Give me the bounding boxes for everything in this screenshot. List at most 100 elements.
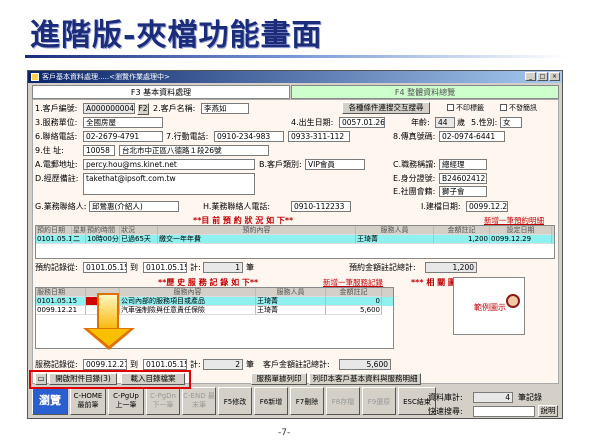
- contact-field[interactable]: 邱鶯惠(介紹人): [89, 201, 179, 212]
- add-button[interactable]: F6新增: [254, 387, 288, 415]
- page-number: -7-: [278, 428, 291, 438]
- quick-search-label: 快速搜尋:: [428, 407, 463, 416]
- close-button[interactable]: ×: [549, 72, 560, 81]
- records-count-field: 4: [473, 392, 513, 403]
- history-from-field[interactable]: 0099.12.21: [83, 359, 127, 370]
- age-label: 年齡:: [411, 118, 430, 127]
- gender-select[interactable]: 女: [500, 117, 522, 128]
- pointer-arrow-stem: [97, 293, 119, 331]
- window-title: 客戶基本資料處理.....<瀏覽作業處理中>: [42, 73, 170, 81]
- note-field[interactable]: takethat@ipsoft.com.tw: [83, 173, 255, 195]
- booking-count-field: 1: [203, 262, 243, 273]
- build-date-label: I.建檔日期:: [421, 202, 461, 211]
- history-count-field: 2: [203, 359, 243, 370]
- cell: 汽車強制險與任意責任保險: [120, 306, 256, 315]
- window-titlebar: 客戶基本資料處理.....<瀏覽作業處理中> _ □ ×: [28, 71, 562, 83]
- build-date-field[interactable]: 0099.12.21: [466, 201, 508, 212]
- browse-button[interactable]: 瀏覽: [32, 387, 68, 415]
- booking-col-staff: 服務人員: [356, 226, 434, 235]
- address-field[interactable]: 台北市中正區八德路１段26號: [119, 145, 269, 156]
- cust-no-label: 1.客戶編號:: [35, 104, 78, 113]
- gender-label: 5.性別:: [471, 118, 498, 127]
- table-row[interactable]: 0101.05.15 公司內部的服務項目或產品 王琦菁 0: [36, 297, 393, 306]
- history-total-label: 計:: [190, 360, 201, 369]
- unit-field[interactable]: 全國房屋: [83, 117, 163, 128]
- phone-label: 6.聯絡電話:: [35, 132, 78, 141]
- app-icon: [31, 73, 39, 81]
- save-button[interactable]: F8存檔: [326, 387, 360, 415]
- booking-from-field[interactable]: 0101.05.15: [83, 262, 127, 273]
- maximize-button[interactable]: □: [537, 72, 548, 81]
- minimize-button[interactable]: _: [525, 72, 536, 81]
- email-field[interactable]: percy.hou@ms.kinet.net: [83, 159, 255, 170]
- mobile-field[interactable]: 0910-234-983: [214, 131, 284, 142]
- restore-button[interactable]: F9還原: [362, 387, 396, 415]
- cell: 0101.05.15: [36, 297, 86, 306]
- edit-button[interactable]: F5修改: [218, 387, 252, 415]
- cell: 王琦菁: [356, 235, 434, 244]
- delete-button[interactable]: F7刪除: [290, 387, 324, 415]
- booking-total-label: 計:: [190, 263, 201, 272]
- birth-field[interactable]: 0057.01.26: [339, 117, 385, 128]
- mobile2-field[interactable]: 0933-311-112: [288, 131, 350, 142]
- table-row[interactable]: 0101.05.15 二 10時00分 已過65天 繳交一年年費 王琦菁 1,2…: [36, 235, 554, 244]
- cell: 二: [72, 235, 86, 244]
- history-to-label: 到: [130, 360, 138, 369]
- cust-name-label: 2.客戶名稱:: [153, 104, 196, 113]
- f2-button[interactable]: F2: [137, 103, 149, 115]
- history-count-unit: 筆: [246, 360, 254, 369]
- cell: 王琦菁: [256, 306, 326, 315]
- address-label: 9.住 址:: [35, 146, 64, 155]
- group-label: E.社團會籍:: [393, 187, 436, 196]
- next-record-button[interactable]: C-PgDn 下一筆: [146, 387, 180, 415]
- job-title-label: C.職務稱謂:: [393, 160, 436, 169]
- history-from-label: 服務記錄從:: [35, 360, 78, 369]
- mobile-label: 7.行動電話:: [166, 132, 209, 141]
- cell: 0099.12.21: [36, 306, 86, 315]
- zip-field[interactable]: 10058: [83, 145, 115, 156]
- title-underline: [25, 55, 568, 58]
- contact-label: G.業務聯絡人:: [35, 202, 87, 211]
- cust-name-field[interactable]: 李燕如: [201, 103, 249, 114]
- quick-search-input[interactable]: [473, 406, 535, 417]
- print-all-button[interactable]: 列印本客戶基本資料與服務明細: [309, 373, 421, 385]
- cell: 1,200: [434, 235, 490, 244]
- help-button[interactable]: 說明: [538, 405, 558, 417]
- booking-to-field[interactable]: 0101.05.15: [143, 262, 187, 273]
- booking-header-row: 預約日期 星期 預約時間 狀況 預約內容 服務人員 金額註記 設定日期: [36, 226, 554, 235]
- print-service-button[interactable]: 服務單據列印: [251, 373, 307, 385]
- search-records-button[interactable]: 各種條件連搜交互搜尋: [342, 102, 430, 114]
- phone-field[interactable]: 02-2679-4791: [83, 131, 163, 142]
- cell: 繳交一年年費: [158, 235, 356, 244]
- contact-tel-field[interactable]: 0910-112233: [291, 201, 351, 212]
- cell: 0099.12.29: [490, 235, 552, 244]
- tab-basic-data[interactable]: F3 基本資料處理: [32, 85, 290, 99]
- no-label-checkbox[interactable]: 不印標籤: [447, 103, 484, 113]
- first-record-button[interactable]: C-HOME 最前筆: [70, 387, 106, 415]
- booking-col-set-date: 設定日期: [490, 226, 552, 235]
- records-label: 資料庫計:: [428, 393, 463, 402]
- table-row[interactable]: 0099.12.21 汽車強制險與任意責任保險 王琦菁 5,600: [36, 306, 393, 315]
- prev-record-button[interactable]: C-PgUp 上一筆: [108, 387, 144, 415]
- last-record-button[interactable]: C-END 最末筆: [182, 387, 216, 415]
- id-field[interactable]: B246024122: [439, 173, 487, 184]
- fax-field[interactable]: 02-0974-6441: [439, 131, 505, 142]
- sample-image-text: 範例圖示: [474, 303, 506, 312]
- history-to-field[interactable]: 0101.05.15: [143, 359, 187, 370]
- group-field[interactable]: 獅子會: [439, 186, 487, 197]
- job-title-field[interactable]: 總經理: [439, 159, 487, 170]
- booking-grid: 預約日期 星期 預約時間 狀況 預約內容 服務人員 金額註記 設定日期 0101…: [35, 225, 555, 259]
- email-label: A.電郵地址:: [35, 160, 78, 169]
- tab-overview[interactable]: F4 整體資料總覽: [291, 85, 559, 99]
- booking-from-label: 預約記錄從:: [35, 263, 78, 272]
- no-sms-checkbox[interactable]: 不發簡訊: [500, 103, 537, 113]
- history-col-content: 服務內容: [120, 288, 256, 297]
- age-field: 44: [435, 117, 455, 128]
- related-image-frame: 範例圖示: [453, 277, 525, 335]
- fax-label: 8.傳真號碼:: [393, 132, 436, 141]
- cell: 已過65天: [120, 235, 158, 244]
- cell: 10時00分: [86, 235, 120, 244]
- booking-amount-field: 1,200: [425, 262, 477, 273]
- cust-no-field[interactable]: A000000004: [83, 103, 135, 114]
- cust-type-field[interactable]: VIP會員: [305, 159, 365, 170]
